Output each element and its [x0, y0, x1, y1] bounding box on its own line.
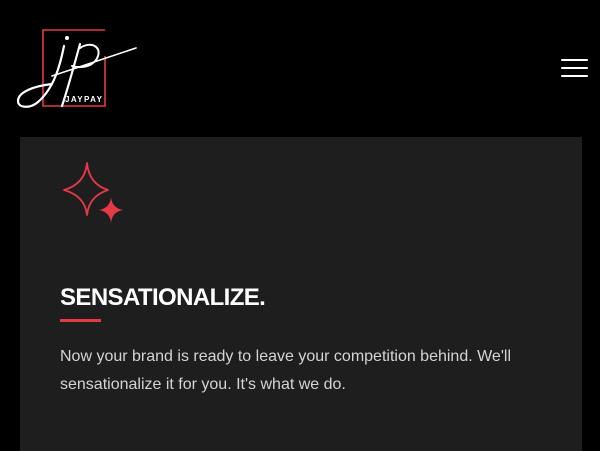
title-underline [60, 319, 101, 322]
sparkle-icon [63, 162, 123, 223]
menu-line [561, 67, 588, 69]
menu-line [561, 75, 588, 77]
hamburger-menu-icon[interactable] [561, 58, 588, 80]
card-description: Now your brand is ready to leave your co… [60, 348, 511, 393]
site-header: JAYPAY [0, 0, 600, 137]
feature-card: SENSATIONALIZE. Now your brand is ready … [20, 137, 582, 451]
page: JAYPAY SENSATIONALIZE. Now your brand is… [0, 0, 600, 451]
jaypay-logo[interactable]: JAYPAY [12, 26, 140, 112]
card-title: SENSATIONALIZE. [60, 284, 266, 311]
menu-line [561, 59, 588, 61]
logo-wordmark: JAYPAY [65, 95, 104, 104]
